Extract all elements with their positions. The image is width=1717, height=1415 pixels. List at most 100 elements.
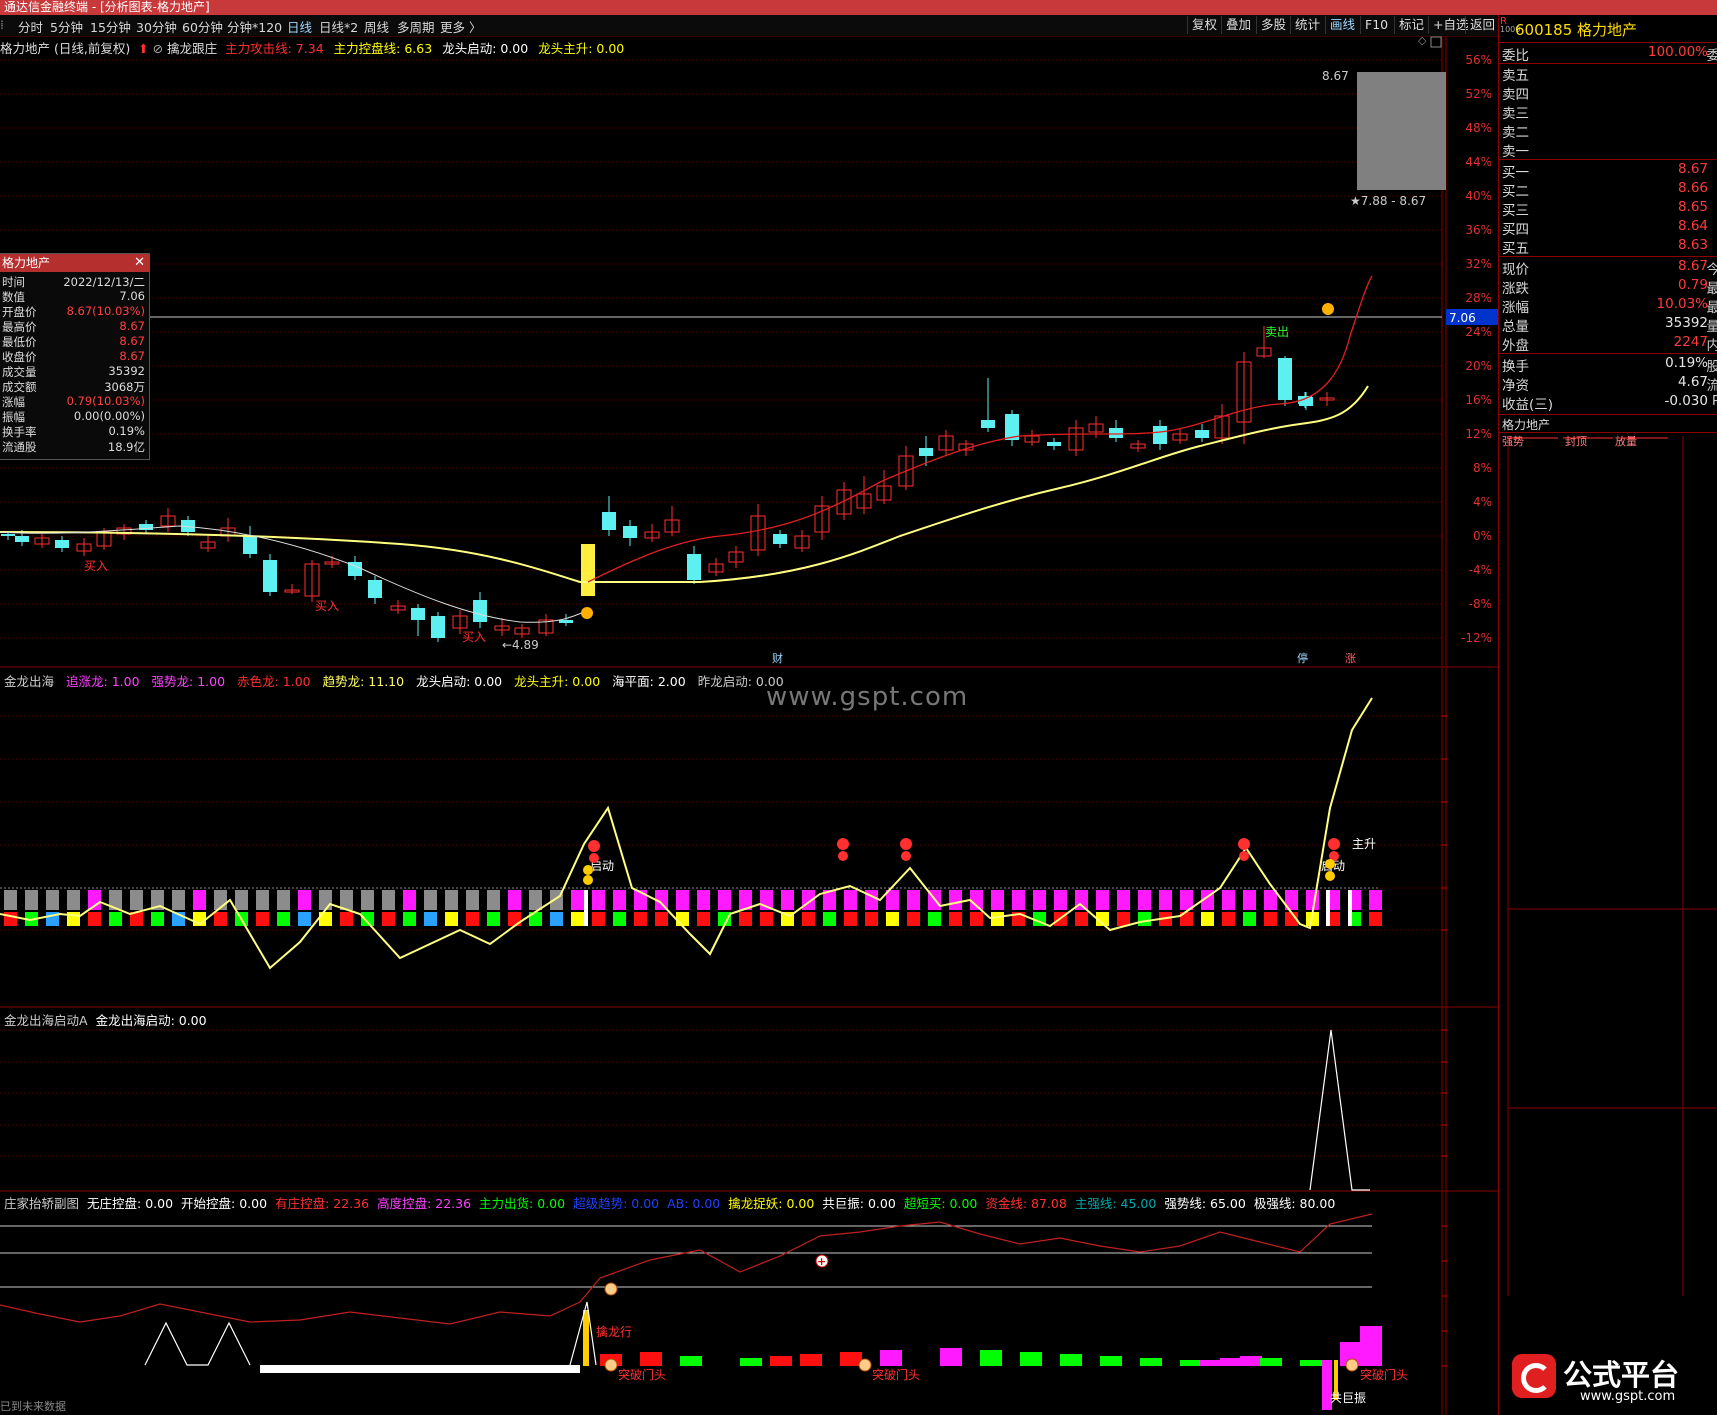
period-tab-120min[interactable]: 分钟*120 (227, 17, 282, 36)
restore-rights-button[interactable]: 复权 (1187, 16, 1221, 34)
y-axis-label: 36% (1465, 223, 1492, 237)
quote-value: 0.79 (1677, 277, 1708, 293)
signal-bar (1054, 890, 1067, 910)
quote-row[interactable]: 现价 8.67 今 (1502, 258, 1717, 278)
finance-marker[interactable]: 财 (772, 651, 783, 665)
quote-key: 卖一 (1502, 144, 1529, 160)
info-key: 振幅 (2, 410, 25, 424)
info-key: 最低价 (2, 335, 37, 349)
info-row: 流通股 18.9亿 (0, 439, 147, 454)
candle-body (773, 534, 787, 544)
banker-panel[interactable]: + 擒龙行 突破门头 突破门头 突破门头 共巨振 已到未来数据 (0, 1192, 1498, 1415)
f10-button[interactable]: F10 (1360, 16, 1392, 34)
diamond-icon[interactable]: ◇ (1418, 36, 1427, 47)
period-tab-60min[interactable]: 60分钟 (182, 17, 223, 36)
stats-row[interactable]: 净资 4.67 流 (1502, 374, 1717, 394)
signal-bar (928, 912, 941, 926)
signal-bar (781, 890, 794, 910)
jinlong-panel[interactable]: 启动 主升 启动 (0, 668, 1498, 1008)
quote-row[interactable]: 总量 35392 量 (1502, 315, 1717, 335)
multi-stock-button[interactable]: 多股 (1256, 16, 1290, 34)
close-icon[interactable]: ✕ (134, 254, 145, 272)
quote-value: 8.65 (1677, 199, 1708, 215)
ask-level-row[interactable]: 卖一 (1502, 140, 1712, 160)
quote-row[interactable]: 涨幅 10.03% 最 (1502, 296, 1717, 316)
signal-bar (172, 890, 185, 910)
bid-level-row[interactable]: 买五 8.63 (1502, 237, 1712, 257)
bid-level-row[interactable]: 买四 8.64 (1502, 218, 1712, 238)
candlestick-chart[interactable]: 8.67 ★7.88 - 8.67 买入 买入 买入 ←4.89 卖出 财 停 … (0, 36, 1498, 668)
histogram-bar (1240, 1356, 1262, 1366)
sell-signal-label: 卖出 (1265, 325, 1289, 339)
draw-line-button[interactable]: 画线 (1325, 16, 1359, 34)
ask-level-row[interactable]: 卖三 (1502, 102, 1712, 122)
ask-level-row[interactable]: 卖五 (1502, 64, 1712, 84)
signal-bar (1117, 912, 1130, 926)
quote-key: 涨跌 (1502, 281, 1529, 297)
y-axis-label: -12% (1461, 631, 1492, 645)
period-tab-more[interactable]: 更多 〉 (440, 17, 481, 36)
ask-level-row[interactable]: 卖四 (1502, 83, 1712, 103)
signal-bar (1222, 890, 1235, 910)
signal-bar (991, 890, 1004, 910)
period-tab-30min[interactable]: 30分钟 (136, 17, 177, 36)
histogram-bar (1060, 1354, 1082, 1366)
signal-bar (760, 912, 773, 926)
signal-bar (487, 890, 500, 910)
sub-panel-title: 格力地产 (1502, 418, 1551, 432)
breakout-label: 突破门头 (872, 1367, 920, 1382)
overlay-button[interactable]: 叠加 (1221, 16, 1255, 34)
period-tab-multi[interactable]: 多周期 (397, 17, 435, 36)
bid-level-row[interactable]: 买二 8.66 (1502, 180, 1712, 200)
quote-key: 换手 (1502, 359, 1529, 375)
bar-info-box[interactable]: 格力地产 ✕ 时间 2022/12/13/二 数值 7.06 开盘价 8.67(10.03… (0, 253, 150, 460)
signal-bar (676, 890, 689, 910)
suspend-marker[interactable]: 停 (1297, 651, 1308, 665)
signal-bar (382, 890, 395, 910)
statistics-button[interactable]: 统计 (1290, 16, 1324, 34)
candle-body (1195, 430, 1209, 438)
period-tab-2day[interactable]: 日线*2 (319, 17, 358, 36)
back-button[interactable]: 返回 (1465, 16, 1499, 34)
signal-bar (298, 912, 311, 926)
signal-bar (130, 890, 143, 910)
candle-body (602, 512, 616, 530)
period-tab-15min[interactable]: 15分钟 (90, 17, 131, 36)
y-axis-label: 16% (1465, 393, 1492, 407)
period-tab-weekly[interactable]: 周线 (364, 17, 389, 36)
candle-body (263, 560, 277, 592)
quote-value: 0.19% (1665, 355, 1708, 371)
signal-bar (1117, 890, 1130, 910)
ask-level-row[interactable]: 卖二 (1502, 121, 1712, 141)
breakout-label: 突破门头 (1360, 1367, 1408, 1382)
period-tab-intraday[interactable]: 分时 (18, 17, 43, 36)
period-tab-5min[interactable]: 5分钟 (50, 17, 83, 36)
quote-row[interactable]: 涨跌 0.79 最 (1502, 277, 1717, 297)
limit-up-marker[interactable]: 涨 (1345, 652, 1356, 665)
quote-row[interactable]: 外盘 2247 内 (1502, 334, 1717, 354)
signal-bar (571, 912, 584, 926)
start-signal-line (1309, 1029, 1370, 1191)
signal-bar (1369, 890, 1382, 910)
period-toolbar: ⁞ 分时 5分钟 15分钟 30分钟 60分钟 分钟*120 日线 日线*2 周… (0, 15, 1498, 37)
signal-bar (151, 912, 164, 926)
quote-extra: 股 (1706, 359, 1717, 375)
jinlong-start-panel[interactable] (0, 1008, 1498, 1192)
histogram-bar (1360, 1326, 1382, 1366)
period-tab-daily[interactable]: 日线 (287, 17, 312, 36)
bid-level-row[interactable]: 买一 8.67 (1502, 161, 1712, 181)
quote-key: 卖四 (1502, 87, 1529, 103)
quote-key: 买三 (1502, 203, 1529, 219)
quote-key: 涨幅 (1502, 300, 1529, 316)
signal-bar (445, 912, 458, 926)
signal-bar (907, 912, 920, 926)
info-row: 数值 7.06 (0, 289, 147, 304)
stats-row[interactable]: 换手 0.19% 股 (1502, 355, 1717, 375)
maximize-icon[interactable] (1430, 36, 1442, 48)
stats-row[interactable]: 收益(三) -0.030 P (1502, 393, 1717, 413)
bid-level-row[interactable]: 买三 8.65 (1502, 199, 1712, 219)
signal-bar (886, 890, 899, 910)
quote-value: 8.63 (1677, 237, 1708, 253)
mark-button[interactable]: 标记 (1394, 16, 1428, 34)
info-key: 流通股 (2, 440, 37, 454)
